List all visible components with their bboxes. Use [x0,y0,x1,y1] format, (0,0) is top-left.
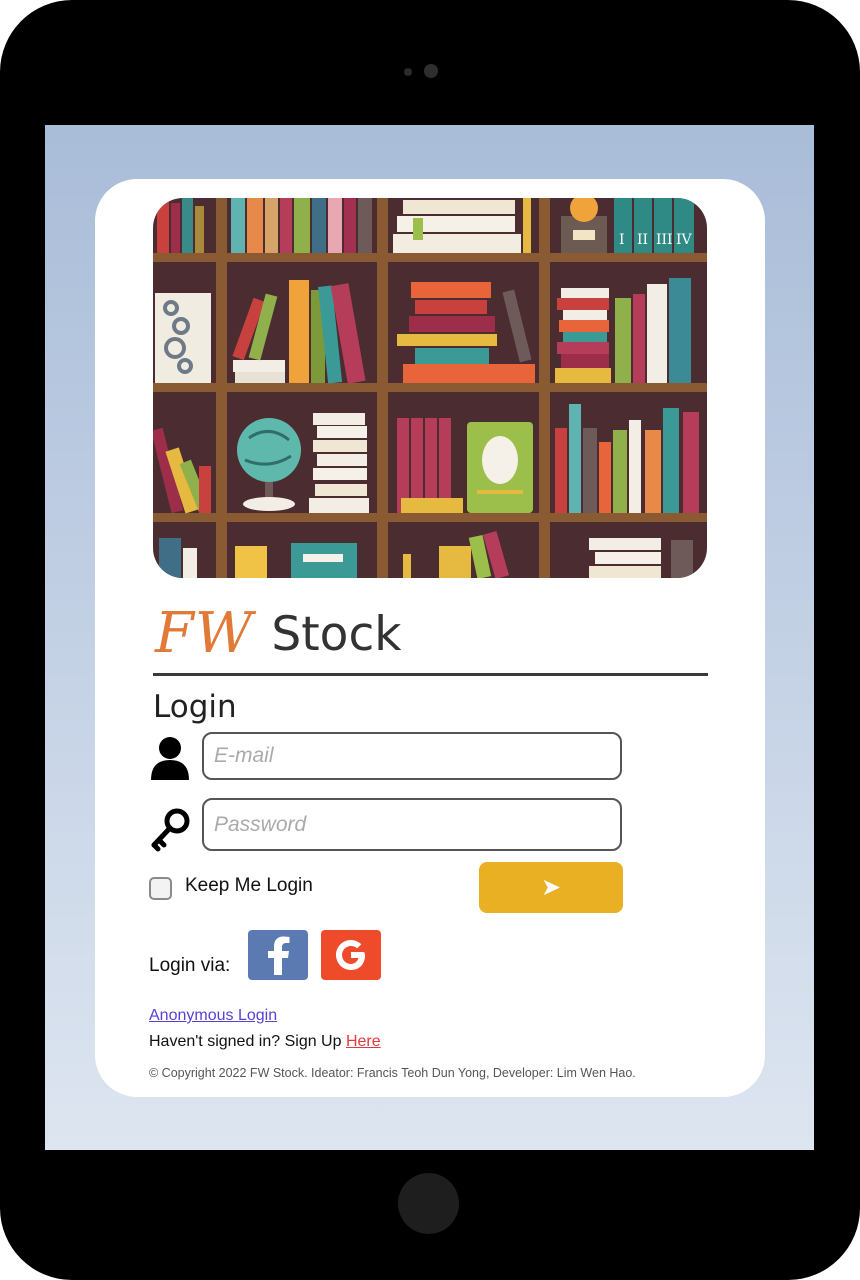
keep-login-label: Keep Me Login [185,875,313,896]
login-heading: Login [153,689,237,725]
svg-text:II: II [637,232,648,248]
svg-text:IV: IV [676,232,693,248]
anonymous-login-link[interactable]: Anonymous Login [149,1007,277,1025]
signup-line: Haven't signed in? Sign Up Here [149,1033,381,1051]
password-input[interactable] [202,798,622,851]
header-divider [153,673,708,676]
email-input[interactable] [202,732,622,780]
screen: I II III IV FW Stock Login E-mail Keep M… [45,125,814,1150]
camera-sensor [404,68,412,76]
brand-logo: FW Stock [155,599,402,669]
user-icon [149,736,191,782]
signup-prefix-text: Haven't signed in? Sign Up [149,1033,346,1050]
brand-fw-mark: FW [155,601,254,666]
svg-text:III: III [656,232,673,248]
svg-text:I: I [619,232,625,248]
brand-name: Stock [271,606,402,662]
key-icon [149,807,191,853]
home-button[interactable] [398,1173,459,1234]
facebook-login-button[interactable] [248,930,308,980]
login-via-label: Login via: [149,955,231,976]
bookshelf-banner-image: I II III IV [153,198,707,578]
submit-button[interactable]: ➤ [479,862,623,913]
keep-login-checkbox[interactable] [149,877,172,900]
google-login-button[interactable] [321,930,381,980]
facebook-icon [268,936,290,975]
camera-lens [424,64,438,78]
tablet-frame: I II III IV FW Stock Login E-mail Keep M… [0,0,860,1280]
copyright-text: © Copyright 2022 FW Stock. Ideator: Fran… [149,1066,636,1080]
signup-here-link[interactable]: Here [346,1033,381,1050]
send-arrow-icon: ➤ [540,874,562,901]
login-card: I II III IV FW Stock Login E-mail Keep M… [95,179,765,1097]
google-icon [336,940,365,970]
